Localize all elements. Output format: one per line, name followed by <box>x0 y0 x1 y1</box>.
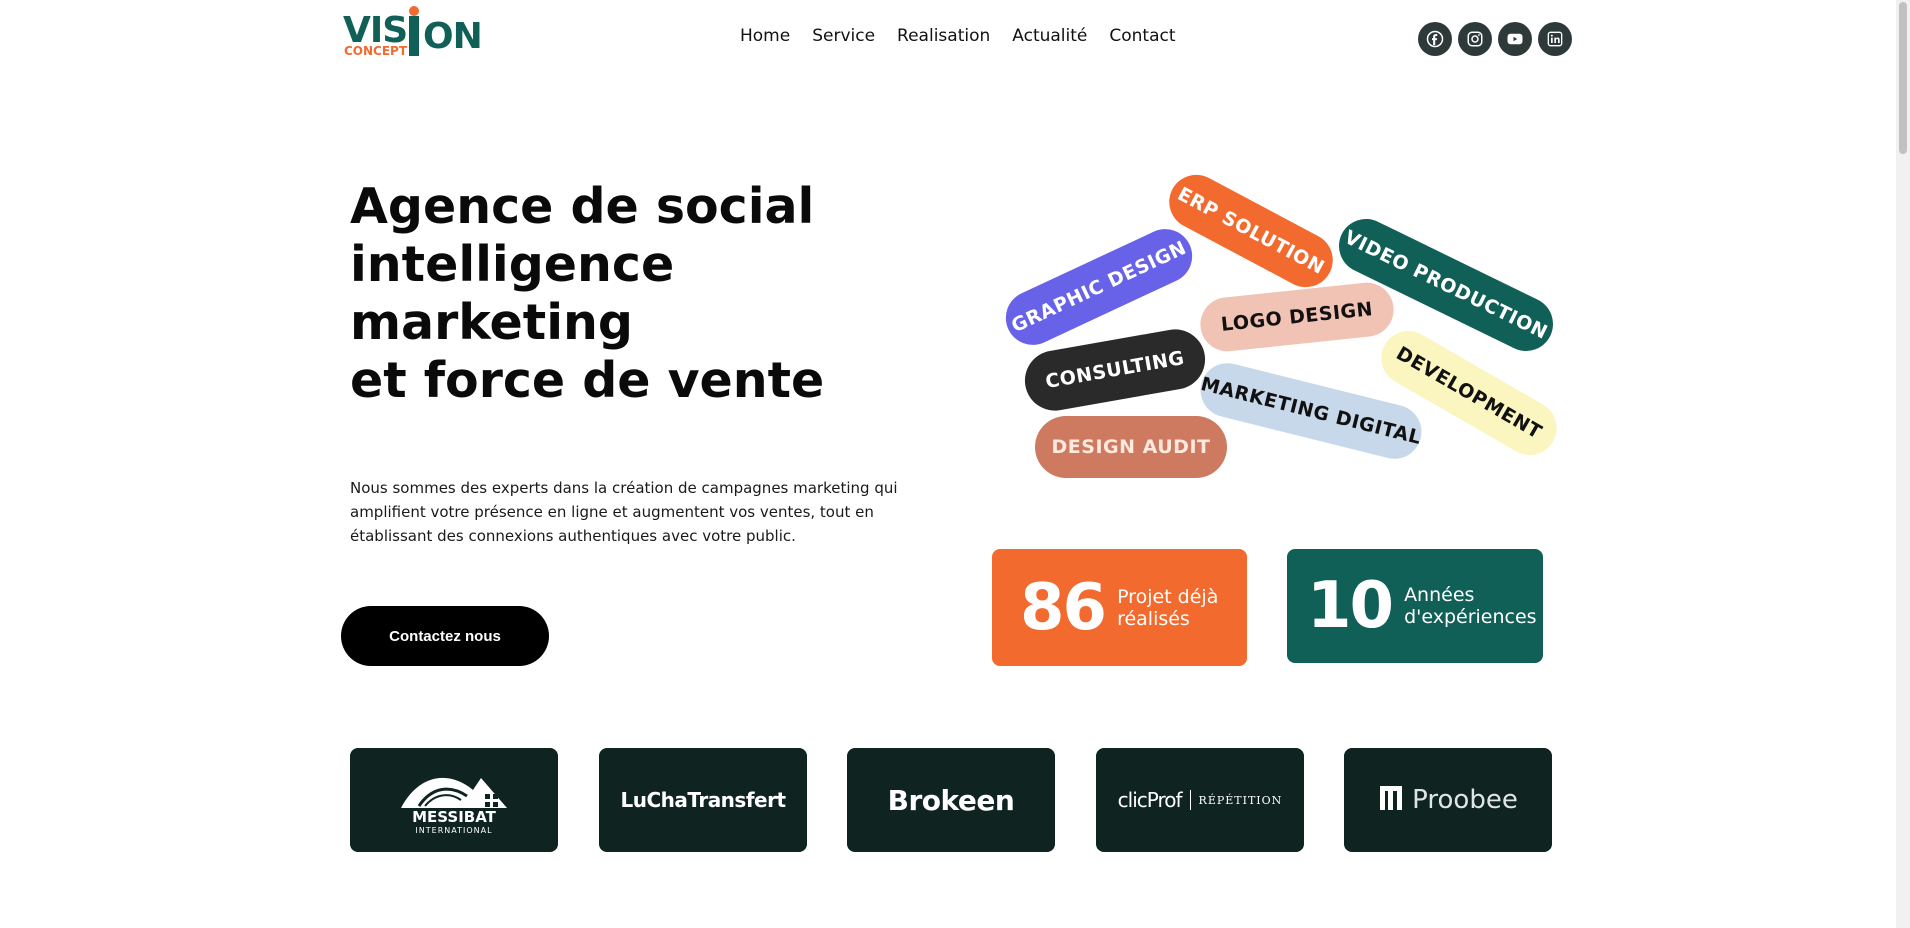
hero-title-line: marketing <box>350 294 633 351</box>
pill-label: MARKETING DIGITAL <box>1198 372 1424 450</box>
hero-description: Nous sommes des experts dans la création… <box>350 479 898 545</box>
social-links <box>1418 22 1572 56</box>
svg-text:MESSIBAT: MESSIBAT <box>412 808 497 826</box>
logo-dot <box>409 6 419 16</box>
linkedin-icon[interactable] <box>1538 22 1572 56</box>
stat-years-label: Années d'expériences <box>1404 584 1537 628</box>
svg-text:INTERNATIONAL: INTERNATIONAL <box>415 826 492 835</box>
contact-button[interactable]: Contactez nous <box>341 606 549 666</box>
pill-label: CONSULTING <box>1043 346 1187 394</box>
messibat-logo: MESSIBAT INTERNATIONAL <box>401 777 507 835</box>
luchatransfert-label: LuChaTransfert <box>620 788 786 812</box>
nav-realisation[interactable]: Realisation <box>897 26 990 46</box>
pill-label: GRAPHIC DESIGN <box>1008 236 1190 338</box>
client-logo-luchatransfert: LuChaTransfert <box>599 748 807 852</box>
instagram-icon[interactable] <box>1458 22 1492 56</box>
pill-erp-solution: ERP SOLUTION <box>1159 165 1343 297</box>
nav-service[interactable]: Service <box>812 26 875 46</box>
hero-title: Agence de social intelligence marketing … <box>350 178 870 410</box>
logo-on: ON <box>423 16 483 57</box>
pill-label: LOGO DESIGN <box>1220 298 1374 336</box>
stat-years-value: 10 <box>1307 569 1394 643</box>
client-logo-clicprof: clicProf RÉPÉTITION <box>1096 748 1304 852</box>
page-scrollbar[interactable] <box>1896 0 1910 928</box>
brokeen-label: Brokeen <box>887 783 1015 817</box>
stat-projects: 86 Projet déjà réalisés <box>992 549 1247 666</box>
pill-label: ERP SOLUTION <box>1173 183 1329 279</box>
client-logo-messibat: MESSIBAT INTERNATIONAL <box>350 748 558 852</box>
nav-home[interactable]: Home <box>740 26 790 46</box>
page: VIS ON CONCEPT Home Service Realisation … <box>0 0 1910 928</box>
scrollbar-thumb[interactable] <box>1899 2 1907 154</box>
hero-title-line: intelligence <box>350 236 675 293</box>
proobee-mark-icon <box>1378 784 1404 816</box>
main-nav: Home Service Realisation Actualité Conta… <box>740 26 1198 46</box>
facebook-icon[interactable] <box>1418 22 1452 56</box>
youtube-icon[interactable] <box>1498 22 1532 56</box>
hero-title-line: et force de vente <box>350 352 825 409</box>
proobee-label: Proobee <box>1412 785 1518 815</box>
hero-title-line: Agence de social <box>350 178 815 235</box>
pill-logo-design: LOGO DESIGN <box>1197 280 1397 354</box>
stat-years: 10 Années d'expériences <box>1287 549 1543 663</box>
client-logo-brokeen: Brokeen <box>847 748 1055 852</box>
client-logo-proobee: Proobee <box>1344 748 1552 852</box>
nav-actualite[interactable]: Actualité <box>1012 26 1087 46</box>
pill-design-audit: DESIGN AUDIT <box>1035 416 1227 478</box>
stat-projects-value: 86 <box>1020 570 1107 645</box>
stat-projects-label: Projet déjà réalisés <box>1117 585 1219 630</box>
logo-concept: CONCEPT <box>344 44 408 58</box>
clicprof-divider <box>1189 790 1191 810</box>
pill-label: DESIGN AUDIT <box>1051 436 1211 458</box>
clicprof-repetition: RÉPÉTITION <box>1198 793 1283 807</box>
logo-i <box>409 16 419 56</box>
nav-contact[interactable]: Contact <box>1109 26 1175 46</box>
site-logo[interactable]: VIS ON CONCEPT <box>343 6 483 62</box>
clicprof-label: clicProf <box>1117 788 1183 812</box>
